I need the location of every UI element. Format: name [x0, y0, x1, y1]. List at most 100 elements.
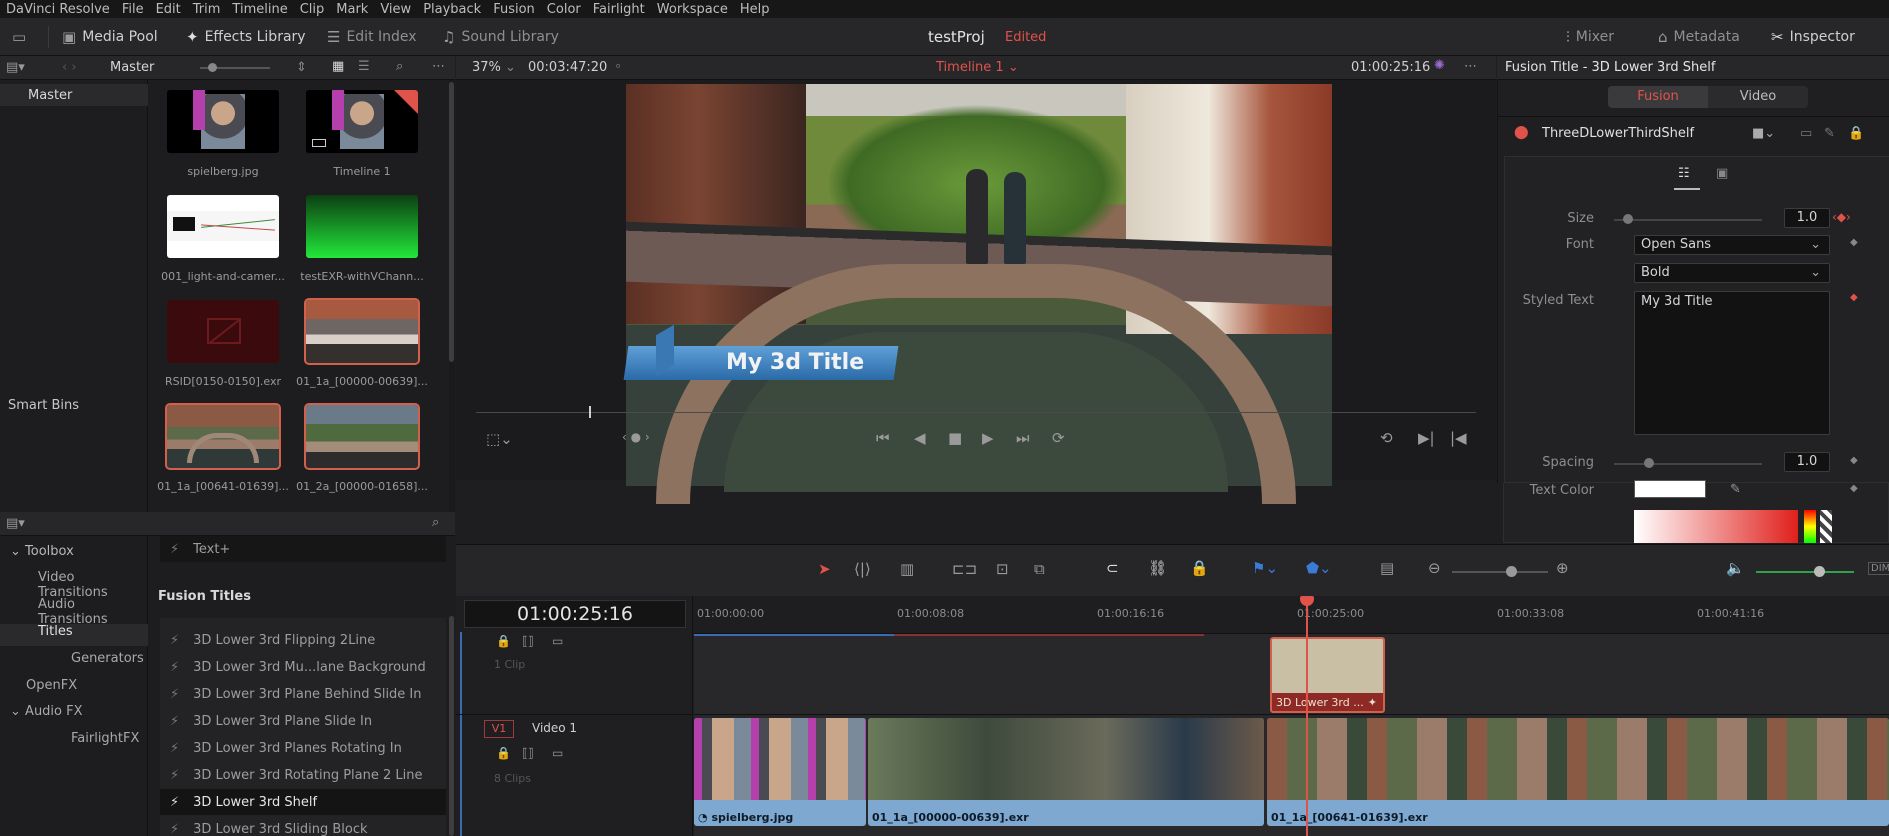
- node-menu-icon[interactable]: ■⌄: [1752, 126, 1775, 141]
- menu-color[interactable]: Color: [541, 2, 587, 17]
- clip-thumb-rsid[interactable]: [167, 300, 279, 363]
- track-lock-icon[interactable]: 🔒: [496, 746, 511, 760]
- tab-fusion[interactable]: Fusion: [1608, 86, 1708, 108]
- back-arrow-icon[interactable]: ‹ ›: [62, 60, 77, 75]
- effect-item[interactable]: ⚡ 3D Lower 3rd Planes Rotating In: [160, 735, 446, 761]
- mixer-button[interactable]: ⫶ Mixer: [1566, 18, 1614, 56]
- text-color-swatch[interactable]: [1634, 480, 1706, 498]
- auto-select-icon[interactable]: ⟦⟧: [522, 634, 534, 648]
- effects-layout-icon[interactable]: ▤▾: [6, 516, 25, 531]
- effect-item[interactable]: ⚡ 3D Lower 3rd Sliding Block: [160, 816, 446, 836]
- zoom-in-icon[interactable]: ⊕: [1556, 559, 1569, 577]
- spacing-slider[interactable]: [1614, 463, 1762, 465]
- timeline-view-icon[interactable]: ▤: [1380, 559, 1394, 577]
- grid-view-icon[interactable]: ▦: [332, 59, 344, 74]
- smart-bins-label[interactable]: Smart Bins: [8, 398, 79, 413]
- tree-audio-transitions[interactable]: Audio Transitions: [38, 597, 147, 627]
- selection-tool-icon[interactable]: ➤: [818, 560, 831, 578]
- tree-titles[interactable]: Titles: [38, 624, 73, 639]
- timeline-selector[interactable]: Timeline 1 ⌄: [936, 60, 1019, 75]
- viewer-frame[interactable]: My 3d Title: [623, 84, 1332, 504]
- clip-thumb-01-1a-00000[interactable]: [304, 298, 420, 365]
- workspace-layout-button[interactable]: ▭: [12, 18, 26, 56]
- clip-thumb-01-2a-00000[interactable]: [304, 403, 420, 470]
- lock-icon[interactable]: 🔒: [1848, 126, 1864, 141]
- position-lock-icon[interactable]: 🔒: [1190, 559, 1209, 577]
- play-icon[interactable]: ▶: [982, 429, 994, 447]
- snapping-icon[interactable]: ⊂: [1106, 559, 1119, 577]
- track-lock-icon[interactable]: 🔒: [496, 634, 511, 648]
- edit-index-button[interactable]: ☰ Edit Index: [327, 18, 417, 56]
- spacing-knob[interactable]: [1644, 458, 1654, 468]
- v1-clip-01-1a-00641[interactable]: 01_1a_[00641-01639].exr: [1267, 718, 1889, 826]
- metadata-button[interactable]: ⌂ Metadata: [1658, 18, 1740, 56]
- effect-item[interactable]: ⚡ 3D Lower 3rd Rotating Plane 2 Line: [160, 762, 446, 788]
- hue-slider[interactable]: [1804, 510, 1816, 543]
- menu-file[interactable]: File: [116, 2, 150, 17]
- size-slider[interactable]: [1614, 219, 1762, 221]
- menu-edit[interactable]: Edit: [150, 2, 187, 17]
- timeline-zoom-knob[interactable]: [1506, 566, 1517, 577]
- match-frame-icon[interactable]: ‹ ● ›: [622, 430, 650, 444]
- effect-text-plus[interactable]: ⚡ Text+: [160, 536, 446, 562]
- styled-text-input[interactable]: My 3d Title: [1634, 291, 1830, 435]
- inspector-button[interactable]: ✂ Inspector: [1771, 18, 1855, 56]
- viewer-options-icon[interactable]: ⋯: [1464, 59, 1477, 74]
- insert-clip-icon[interactable]: ⊏⊐: [952, 560, 977, 578]
- clip-thumb-light-and-camera[interactable]: [167, 195, 279, 258]
- blade-tool-icon[interactable]: ▥: [900, 560, 914, 578]
- thumb-size-knob[interactable]: [208, 63, 217, 72]
- clip-thumb-01-1a-00641[interactable]: [165, 403, 281, 470]
- tree-audio-fx[interactable]: ⌄ Audio FX: [10, 704, 83, 719]
- font-select[interactable]: Open Sans ⌄: [1634, 235, 1830, 255]
- media-pool-button[interactable]: ▣ Media Pool: [62, 18, 158, 56]
- track-v1-badge[interactable]: V1: [484, 720, 514, 738]
- marker-icon[interactable]: ⬟⌄: [1306, 559, 1332, 577]
- overwrite-clip-icon[interactable]: ⊡: [996, 560, 1009, 578]
- effects-library-button[interactable]: ✦ Effects Library: [186, 18, 306, 56]
- keyframe-icon[interactable]: ‹◆›: [1832, 210, 1851, 224]
- menu-view[interactable]: View: [374, 2, 417, 17]
- search-icon[interactable]: ⌕: [396, 59, 403, 74]
- tree-video-transitions[interactable]: Video Transitions: [38, 570, 147, 600]
- menu-fairlight[interactable]: Fairlight: [587, 2, 651, 17]
- step-back-icon[interactable]: ◀: [914, 429, 926, 447]
- node-enable-icon[interactable]: ⬤: [1514, 125, 1529, 140]
- viewer-scrubber[interactable]: [476, 412, 1476, 413]
- trim-tool-icon[interactable]: ⟨|⟩: [854, 560, 871, 578]
- keyframe-diamond-icon[interactable]: ◆: [1850, 483, 1858, 494]
- clip-thumb-testexr[interactable]: [306, 195, 418, 258]
- keyframe-diamond-icon[interactable]: ◆: [1850, 455, 1858, 466]
- next-clip-icon[interactable]: ▶|: [1418, 429, 1435, 447]
- menu-workspace[interactable]: Workspace: [651, 2, 734, 17]
- bin-master-row[interactable]: [0, 84, 148, 106]
- keyframe-diamond-icon[interactable]: ◆: [1850, 237, 1858, 248]
- replace-clip-icon[interactable]: ⧉: [1034, 560, 1045, 578]
- tab-video[interactable]: Video: [1708, 86, 1808, 108]
- viewer-playhead[interactable]: [589, 406, 591, 418]
- more-options-icon[interactable]: ⋯: [432, 59, 445, 74]
- clip-thumb-timeline[interactable]: [306, 90, 418, 153]
- keyframe-diamond-icon[interactable]: ◆: [1850, 292, 1858, 303]
- list-view-icon[interactable]: ☰: [358, 59, 370, 74]
- clip-thumb-spielberg[interactable]: [167, 90, 279, 153]
- controls-tab-icon[interactable]: ☷: [1678, 166, 1690, 181]
- sort-icon[interactable]: ⇕: [296, 60, 307, 75]
- track-video-toggle-icon[interactable]: ▭: [552, 746, 563, 760]
- v1-clip-01-1a-00000[interactable]: 01_1a_[00000-00639].exr: [868, 718, 1264, 826]
- loop-mode-icon[interactable]: ⟲: [1380, 429, 1393, 447]
- menu-fusion[interactable]: Fusion: [487, 2, 541, 17]
- zoom-out-icon[interactable]: ⊖: [1428, 559, 1441, 577]
- v1-clip-spielberg[interactable]: ◔ spielberg.jpg: [694, 718, 866, 826]
- tree-openfx[interactable]: OpenFX: [26, 678, 77, 693]
- auto-select-icon[interactable]: ⟦⟧: [522, 746, 534, 760]
- flag-icon[interactable]: ⚑⌄: [1252, 559, 1278, 577]
- loop-icon[interactable]: ⟳: [1052, 429, 1065, 447]
- pin-icon[interactable]: ✎: [1824, 126, 1835, 141]
- menu-playback[interactable]: Playback: [417, 2, 487, 17]
- media-scrollbar[interactable]: [449, 82, 454, 362]
- zoom-level[interactable]: 37% ⌄: [472, 60, 516, 75]
- menu-mark[interactable]: Mark: [330, 2, 374, 17]
- size-knob[interactable]: [1623, 214, 1633, 224]
- title-clip[interactable]: 3D Lower 3rd ... ✦: [1270, 637, 1385, 713]
